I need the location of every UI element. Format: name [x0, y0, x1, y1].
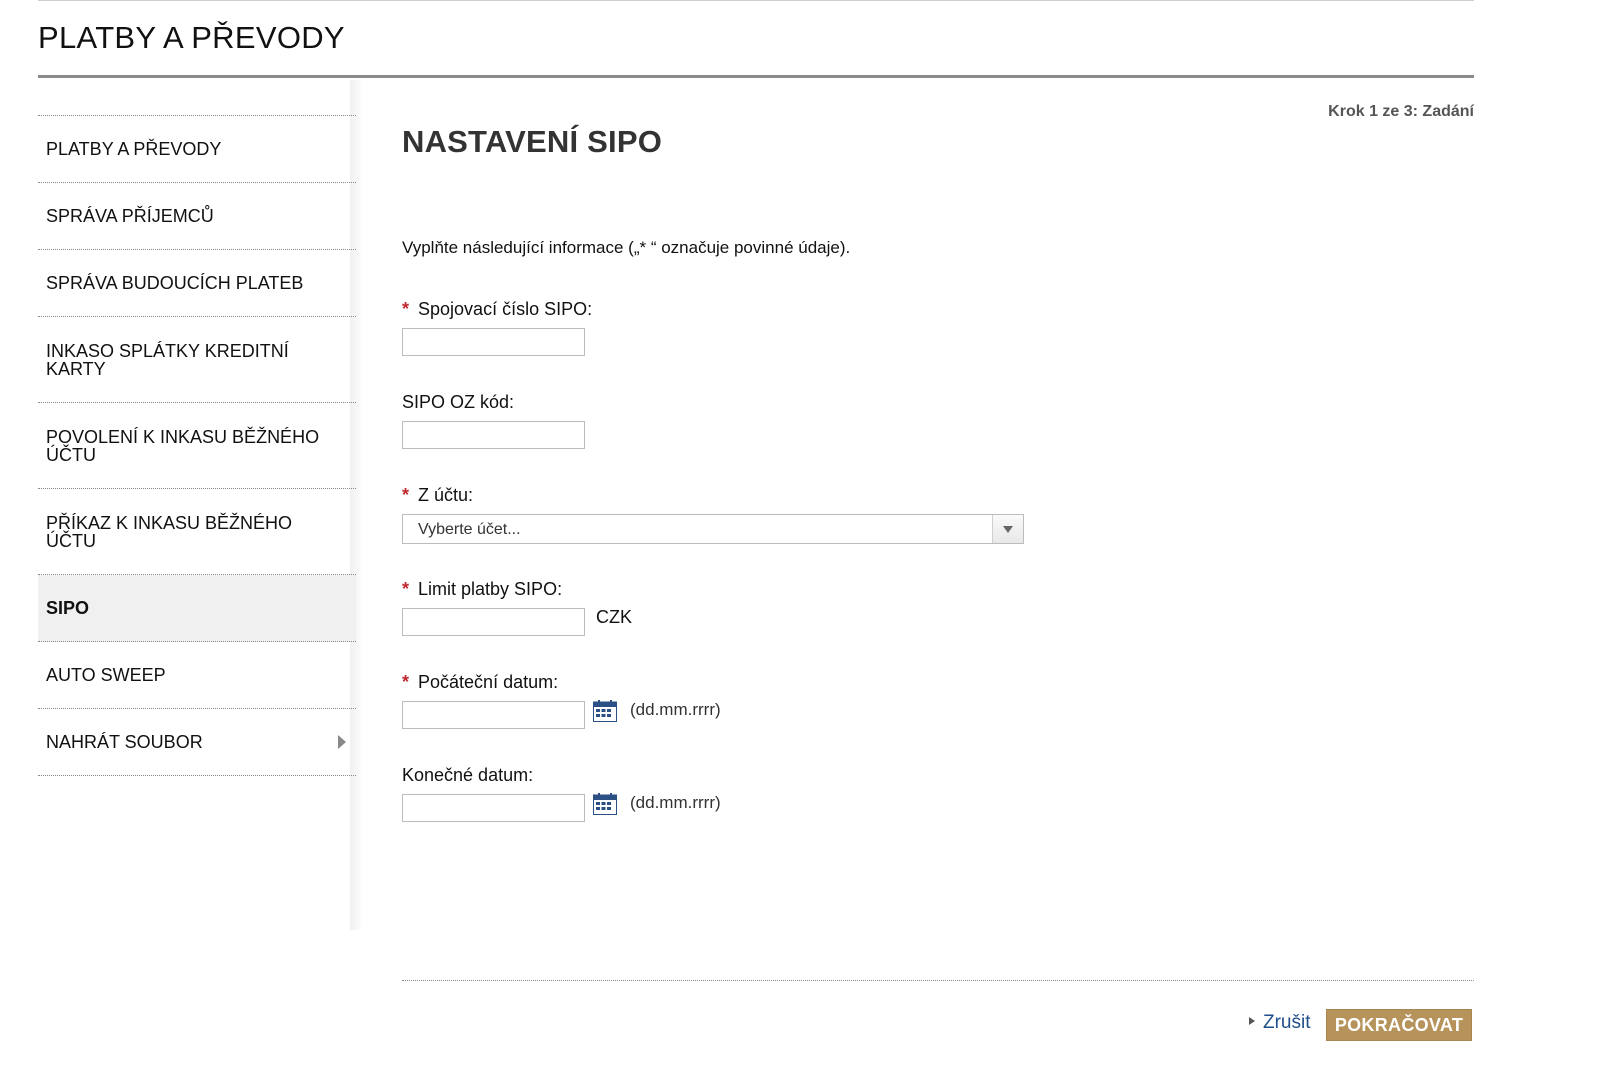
sidebar-item-label: PLATBY A PŘEVODY — [46, 139, 222, 159]
sidebar-item-auto-sweep[interactable]: AUTO SWEEP — [38, 642, 356, 709]
page-title: PLATBY A PŘEVODY — [38, 20, 345, 55]
currency-unit: CZK — [596, 607, 632, 627]
chevron-right-icon — [338, 735, 346, 749]
sidebar-item-nahrat-soubor[interactable]: NAHRÁT SOUBOR — [38, 709, 356, 776]
continue-button[interactable]: POKRAČOVAT — [1326, 1009, 1472, 1041]
from-account-label: * Z účtu: — [402, 485, 473, 506]
from-account-selected-value: Vyberte účet... — [418, 521, 521, 538]
sidebar-item-label: SPRÁVA BUDOUCÍCH PLATEB — [46, 273, 304, 293]
limit-input[interactable] — [402, 608, 585, 636]
from-account-label-text: Z účtu: — [418, 485, 474, 505]
arrow-right-icon — [1249, 1016, 1255, 1025]
sidebar-item-inkaso-splatky-kreditni-karty[interactable]: INKASO SPLÁTKY KREDITNÍ KARTY — [38, 317, 356, 403]
end-date-input[interactable] — [402, 794, 585, 822]
header-divider — [38, 75, 1474, 78]
sidebar-item-label: SPRÁVA PŘÍJEMCŮ — [46, 206, 214, 226]
section-title: NASTAVENÍ SIPO — [402, 124, 663, 159]
end-date-format-hint: (dd.mm.rrrr) — [630, 793, 721, 812]
start-date-label-text: Počáteční datum: — [418, 672, 559, 692]
oz-code-input[interactable] — [402, 421, 585, 449]
sidebar-nav: PLATBY A PŘEVODY SPRÁVA PŘÍJEMCŮ SPRÁVA … — [38, 115, 356, 776]
sidebar-item-label: INKASO SPLÁTKY KREDITNÍ KARTY — [46, 340, 289, 379]
sidebar-item-sprava-prijemcu[interactable]: SPRÁVA PŘÍJEMCŮ — [38, 183, 356, 250]
sipo-number-input[interactable] — [402, 328, 585, 356]
cancel-link-label: Zrušit — [1263, 1012, 1311, 1033]
sidebar-item-label: SIPO — [46, 598, 90, 618]
top-border — [38, 0, 1474, 1]
sipo-number-label: * Spojovací číslo SIPO: — [402, 299, 592, 320]
chevron-down-icon — [1003, 526, 1013, 533]
sidebar-item-sipo[interactable]: SIPO — [38, 575, 356, 642]
required-marker: * — [402, 299, 410, 319]
sidebar-item-sprava-budoucich-plateb[interactable]: SPRÁVA BUDOUCÍCH PLATEB — [38, 250, 356, 317]
sidebar-item-label: NAHRÁT SOUBOR — [46, 732, 203, 752]
end-date-label: Konečné datum: — [402, 765, 534, 785]
calendar-icon[interactable] — [593, 700, 617, 722]
calendar-icon[interactable] — [593, 793, 617, 815]
oz-code-label: SIPO OZ kód: — [402, 392, 515, 412]
form-intro: Vyplňte následující informace („* “ ozna… — [402, 238, 851, 257]
sidebar-item-prikaz-k-inkasu[interactable]: PŘÍKAZ K INKASU BĚŽNÉHO ÚČTU — [38, 489, 356, 575]
limit-label: * Limit platby SIPO: — [402, 579, 562, 600]
step-indicator: Krok 1 ze 3: Zadání — [1328, 103, 1474, 120]
start-date-format-hint: (dd.mm.rrrr) — [630, 700, 721, 719]
start-date-input[interactable] — [402, 701, 585, 729]
footer-divider — [402, 980, 1474, 981]
required-marker: * — [402, 672, 410, 692]
sipo-number-label-text: Spojovací číslo SIPO: — [418, 299, 593, 319]
cancel-link[interactable]: Zrušit — [1249, 1012, 1311, 1034]
required-marker: * — [402, 485, 410, 505]
dropdown-button[interactable] — [992, 515, 1023, 543]
sidebar-item-povoleni-k-inkasu[interactable]: POVOLENÍ K INKASU BĚŽNÉHO ÚČTU — [38, 403, 356, 489]
page-header: PLATBY A PŘEVODY — [38, 20, 1474, 56]
from-account-select[interactable]: Vyberte účet... — [402, 514, 1024, 544]
sidebar-item-label: PŘÍKAZ K INKASU BĚŽNÉHO ÚČTU — [46, 512, 293, 551]
sidebar-item-label: AUTO SWEEP — [46, 665, 166, 685]
required-marker: * — [402, 579, 410, 599]
start-date-label: * Počáteční datum: — [402, 672, 558, 693]
sidebar-item-platby-a-prevody[interactable]: PLATBY A PŘEVODY — [38, 116, 356, 183]
sidebar-item-label: POVOLENÍ K INKASU BĚŽNÉHO ÚČTU — [46, 426, 320, 465]
limit-label-text: Limit platby SIPO: — [418, 579, 563, 599]
